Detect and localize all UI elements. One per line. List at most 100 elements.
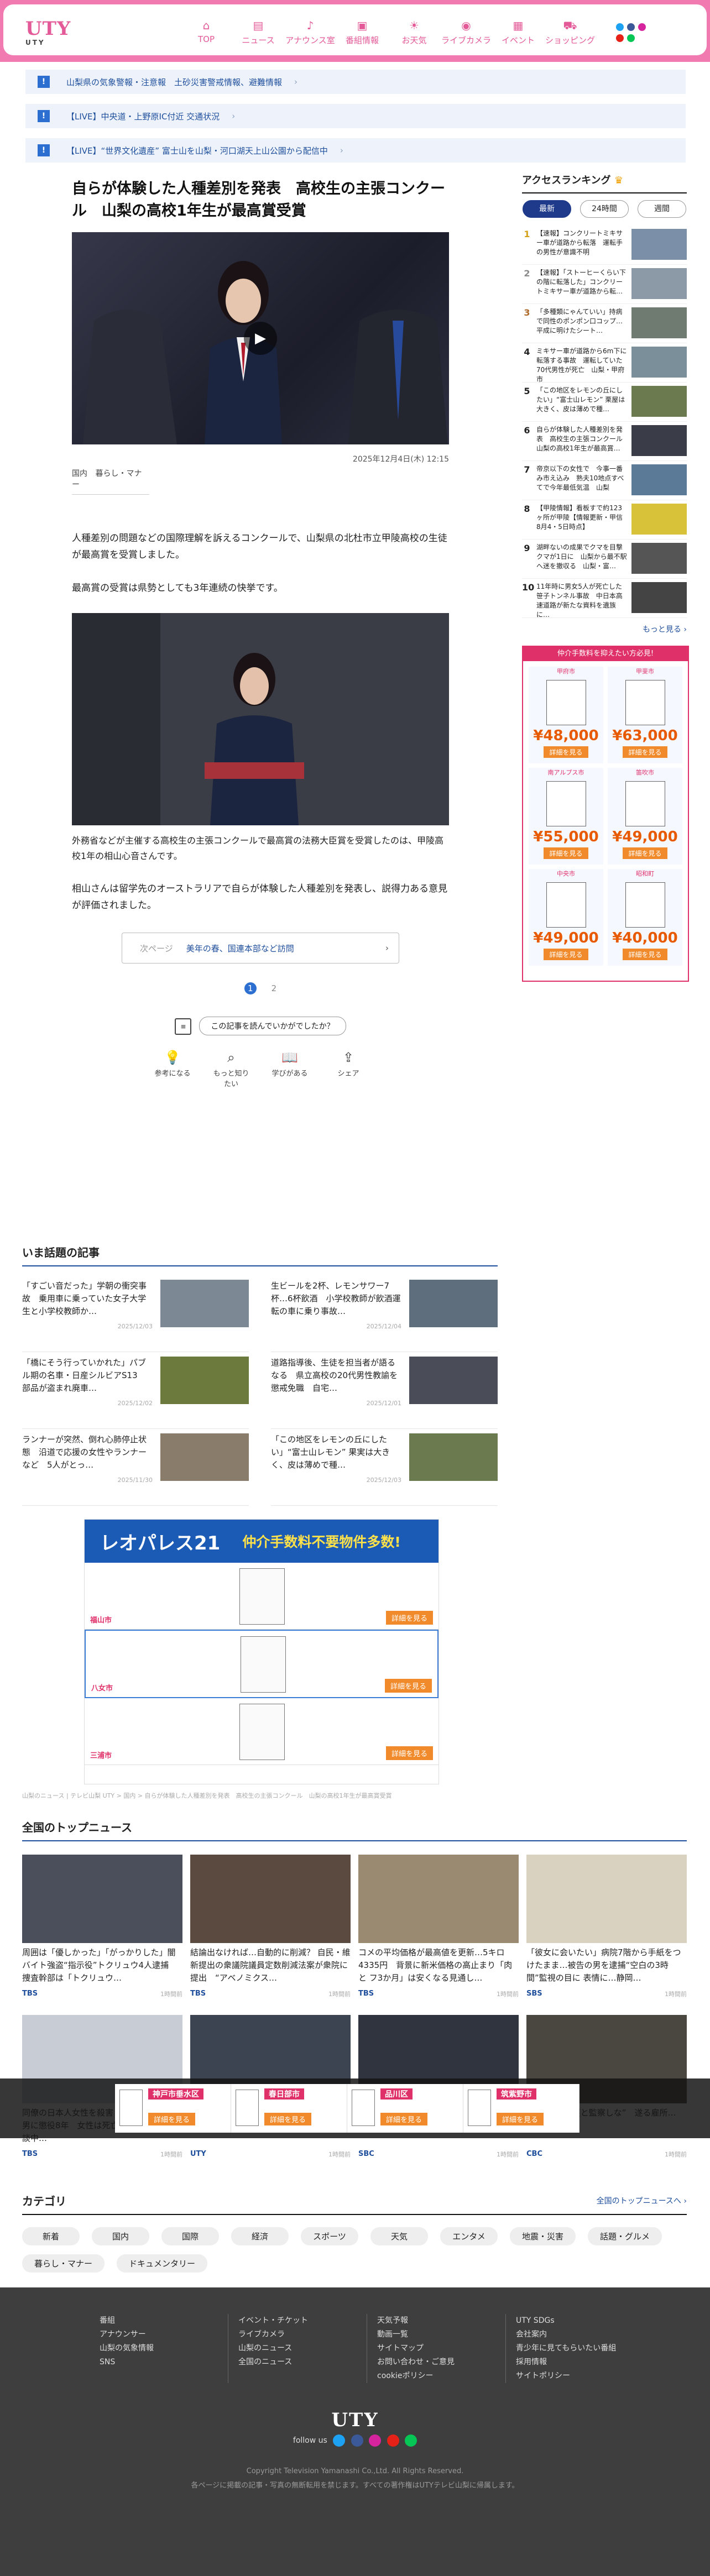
ranking-item[interactable]: 2 【速報】「ストーヒーくらい下の階に転落した」コンクリートミキサー車が道路から転… xyxy=(522,268,687,304)
trending-item[interactable]: 「すごい音だった」学朝の衝突事故 乗用車に乗っていた女子大学生と小学校教師か… 2… xyxy=(22,1280,249,1352)
nav-event[interactable]: ▦ イベント xyxy=(492,19,544,46)
float-ad-item[interactable]: 品川区 詳細を見る xyxy=(347,2084,463,2133)
category-chip[interactable]: 国際 xyxy=(161,2227,219,2245)
nav-top[interactable]: ⌂ TOP xyxy=(180,19,232,46)
site-logo[interactable]: UTY UTY xyxy=(25,18,71,46)
category-chip[interactable]: 経済 xyxy=(231,2227,289,2245)
footer-link[interactable]: 番組 xyxy=(100,2314,228,2328)
news-card[interactable]: 結論出なければ…自動的に削減？ 自民・維新提出の衆議院議員定数削減法案が衆院に提… xyxy=(190,1855,351,2015)
ad-listing[interactable]: 昭和町 ¥40,000 詳細を見る xyxy=(608,869,682,966)
instagram-icon[interactable] xyxy=(369,2434,382,2447)
footer-link[interactable]: お問い合わせ・ご意見 xyxy=(377,2355,505,2369)
ad-row[interactable]: 三浦市 詳細を見る xyxy=(85,1698,438,1765)
ad-listing[interactable]: 甲斐市 ¥63,000 詳細を見る xyxy=(608,667,682,763)
ad-detail-button[interactable]: 詳細を見る xyxy=(544,847,588,859)
floating-ad[interactable]: 神戸市垂水区 詳細を見る 春日部市 詳細を見る 品川区 詳細を見る 筑紫野市 詳細を見る xyxy=(0,2078,710,2138)
ranking-item[interactable]: 6 自らが体験した人種差別を発表 高校生の主張コンクール 山梨の高校1年生が最高賞… xyxy=(522,425,687,461)
ranking-item[interactable]: 5 「この地区をレモンの丘にしたい」“富士山レモン” 栗屋は大きく、皮は薄めで種… xyxy=(522,386,687,422)
ranking-item[interactable]: 1 【速報】コンクリートミキサー車が道路から転落 運転手の男性が意識不明 xyxy=(522,229,687,265)
nav-announcer[interactable]: ♪ アナウンス室 xyxy=(284,19,336,46)
tab-weekly[interactable]: 週間 xyxy=(638,200,686,218)
trending-item[interactable]: ランナーが突然、倒れ心肺停止状態 沿道で応援の女性やランナーなど 5人がとっ… 2… xyxy=(22,1433,249,1506)
ranking-item[interactable]: 7 帝京以下の女性で 今事一番み市え込み 熟夫10地点すべてで今年最低気温 山梨 xyxy=(522,464,687,500)
footer-link[interactable]: 全国のニュース xyxy=(238,2355,367,2369)
nav-news[interactable]: ▤ ニュース xyxy=(232,19,284,46)
footer-link[interactable]: サイトポリシー xyxy=(516,2369,644,2383)
ad-detail-button[interactable]: 詳細を見る xyxy=(148,2113,196,2125)
instagram-icon[interactable] xyxy=(638,23,646,31)
ad-listing[interactable]: 中央市 ¥49,000 詳細を見る xyxy=(529,869,603,966)
alert-weather[interactable]: ! 山梨県の気象警報・注意報 土砂災害警戒情報、避難情報 › xyxy=(25,70,686,94)
breadcrumb[interactable]: 山梨のニュース | テレビ山梨 UTY > 国内 > 自らが体験した人種差別を発… xyxy=(22,1791,392,1800)
reaction-learn[interactable]: 📖 学びがある xyxy=(270,1050,310,1088)
page-link[interactable]: 2 xyxy=(272,983,277,993)
twitter-icon[interactable] xyxy=(616,23,624,31)
next-page-link[interactable]: 次ページ 美年の春、国連本部など訪問 › xyxy=(122,933,399,964)
ad-detail-button[interactable]: 詳細を見る xyxy=(623,847,667,859)
footer-logo[interactable]: UTY follow us xyxy=(0,2409,710,2447)
footer-link[interactable]: ライブカメラ xyxy=(238,2328,367,2342)
category-chip[interactable]: 新着 xyxy=(22,2227,80,2245)
youtube-icon[interactable] xyxy=(387,2434,399,2447)
footer-link[interactable]: 天気予報 xyxy=(377,2314,505,2328)
ad-detail-button[interactable]: 詳細を見る xyxy=(264,2113,312,2125)
footer-link[interactable]: SNS xyxy=(100,2355,228,2369)
twitter-icon[interactable] xyxy=(333,2434,346,2447)
ad-listing[interactable]: 甲府市 ¥48,000 詳細を見る xyxy=(529,667,603,763)
category-chip[interactable]: 地震・災害 xyxy=(510,2227,576,2245)
tab-latest[interactable]: 最新 xyxy=(523,200,571,218)
reaction-more[interactable]: ⌕ もっと知りたい xyxy=(211,1050,251,1088)
nav-shopping[interactable]: ⛟ ショッピング xyxy=(544,19,596,46)
property-ad[interactable]: レオパレス21 仲介手数料不要物件多数! 福山市 詳細を見る 八女市 詳細を見る 三… xyxy=(84,1519,439,1784)
footer-link[interactable]: 山梨のニュース xyxy=(238,2342,367,2355)
ad-listing[interactable]: 笛吹市 ¥49,000 詳細を見る xyxy=(608,768,682,865)
page-current[interactable]: 1 xyxy=(244,982,257,994)
footer-link[interactable]: UTY SDGs xyxy=(516,2314,644,2328)
footer-link[interactable]: イベント・チケット xyxy=(238,2314,367,2328)
ad-detail-button[interactable]: 詳細を見る xyxy=(380,2113,428,2125)
footer-link[interactable]: サイトマップ xyxy=(377,2342,505,2355)
footer-link[interactable]: アナウンサー xyxy=(100,2328,228,2342)
float-ad-item[interactable]: 春日部市 詳細を見る xyxy=(231,2084,347,2133)
footer-link[interactable]: 会社案内 xyxy=(516,2328,644,2342)
sidebar-ad[interactable]: 仲介手数料を抑えたい方必見! 甲府市 ¥48,000 詳細を見る 甲斐市 ¥63,00… xyxy=(522,646,689,982)
ad-listing[interactable]: 南アルプス市 ¥55,000 詳細を見る xyxy=(529,768,603,865)
line-icon[interactable] xyxy=(405,2434,417,2447)
ad-detail-button[interactable]: 詳細を見る xyxy=(623,949,667,960)
footer-link[interactable]: 採用情報 xyxy=(516,2355,644,2369)
nav-programs[interactable]: ▣ 番組情報 xyxy=(336,19,388,46)
alert-traffic[interactable]: ! 【LIVE】中央道・上野原IC付近 交通状況 › xyxy=(25,104,686,128)
play-icon[interactable]: ▶ xyxy=(244,322,277,355)
share-button[interactable]: ⇪ シェア xyxy=(328,1050,368,1088)
ad-detail-button[interactable]: 詳細を見る xyxy=(385,1746,433,1760)
float-ad-item[interactable]: 神戸市垂水区 詳細を見る xyxy=(115,2084,231,2133)
float-ad-item[interactable]: 筑紫野市 詳細を見る xyxy=(463,2084,580,2133)
ad-detail-button[interactable]: 詳細を見る xyxy=(384,1679,432,1693)
category-chip[interactable]: ドキュメンタリー xyxy=(117,2254,208,2273)
trending-item[interactable]: 「この地区をレモンの丘にしたい」“富士山レモン” 果実は大きく、皮は薄めで種… 2… xyxy=(271,1433,498,1506)
footer-link[interactable]: 山梨の気象情報 xyxy=(100,2342,228,2355)
news-card[interactable]: 周囲は「優しかった」「がっかりした」闇バイト強盗“指示役”トクリュウ4人逮捕 捜… xyxy=(22,1855,182,2015)
ranking-item[interactable]: 10 11年時に男女5人が死亡した笹子トンネル事故 中日本高速道路が新たな資料を遺… xyxy=(522,582,687,619)
ad-detail-button[interactable]: 詳細を見る xyxy=(385,1611,433,1625)
footer-link[interactable]: cookieポリシー xyxy=(377,2369,505,2383)
trending-item[interactable]: 生ビールを2杯、レモンサワー7杯…6杯飲酒 小学校教師が飲酒運転の車に乗り事故…… xyxy=(271,1280,498,1352)
category-chip[interactable]: 国内 xyxy=(92,2227,149,2245)
category-chip[interactable]: 話題・グルメ xyxy=(588,2227,662,2245)
nav-livecam[interactable]: ◉ ライブカメラ xyxy=(440,19,492,46)
ad-row[interactable]: 福山市 詳細を見る xyxy=(85,1563,438,1630)
facebook-icon[interactable] xyxy=(351,2434,363,2447)
category-chip[interactable]: スポーツ xyxy=(301,2227,358,2245)
line-icon[interactable] xyxy=(627,34,635,42)
ad-detail-button[interactable]: 詳細を見る xyxy=(544,949,588,960)
article-video[interactable]: ▶ xyxy=(72,232,449,444)
alert-fuji-live[interactable]: ! 【LIVE】“世界文化遺産” 富士山を山梨・河口湖天上山公園から配信中 › xyxy=(25,138,686,163)
news-card[interactable]: コメの平均価格が最高値を更新…5キロ4335円 背景に新米価格の高止まり「肉と … xyxy=(358,1855,519,2015)
category-chip[interactable]: 暮らし・マナー xyxy=(22,2254,105,2273)
tab-24h[interactable]: 24時間 xyxy=(580,200,629,218)
youtube-icon[interactable] xyxy=(616,34,624,42)
category-chip[interactable]: エンタメ xyxy=(440,2227,498,2245)
nav-weather[interactable]: ☀ お天気 xyxy=(388,19,440,46)
trending-item[interactable]: 道路指導後、生徒を担当者が語るなる 県立高校の20代男性教諭を懲戒免職 自宅… 2… xyxy=(271,1357,498,1429)
ad-detail-button[interactable]: 詳細を見る xyxy=(544,746,588,758)
